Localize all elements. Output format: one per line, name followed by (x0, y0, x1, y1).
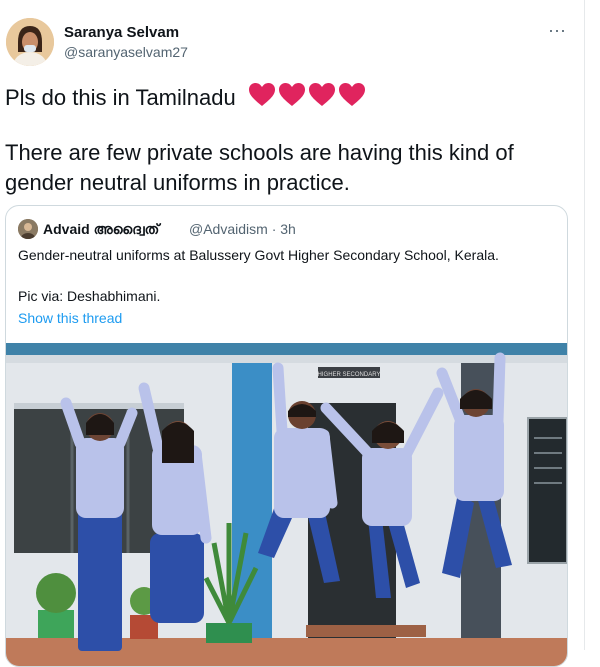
quoted-author-display-name[interactable]: Advaid അദ്വൈത് (43, 221, 159, 238)
quoted-author-handle[interactable]: @Advaidism (189, 221, 268, 237)
tweet-text-first: Pls do this in Tamilnadu (5, 84, 236, 110)
quoted-tweet-text: Gender-neutral uniforms at Balussery Gov… (18, 247, 499, 263)
quoted-tweet-age[interactable]: 3h (280, 221, 296, 237)
timeline-divider (584, 0, 585, 650)
more-options-icon[interactable]: ··· (548, 20, 566, 41)
hearts-emoji-group (248, 82, 368, 116)
heart-icon (248, 83, 275, 106)
quoted-tweet-photo[interactable]: HIGHER SECONDARY (6, 343, 567, 666)
author-display-name[interactable]: Saranya Selvam (64, 24, 179, 41)
photo-sign-text: HIGHER SECONDARY (318, 372, 381, 378)
author-handle[interactable]: @saranyaselvam27 (64, 44, 188, 60)
quoted-tweet-card[interactable]: Advaid അദ്വൈത് @Advaidism · 3h Gender-ne… (5, 205, 568, 667)
quoted-tweet-credit: Pic via: Deshabhimani. (18, 288, 161, 304)
author-avatar[interactable] (6, 18, 54, 66)
quoted-author-meta: @Advaidism · 3h (189, 221, 296, 237)
heart-icon (278, 83, 305, 106)
show-thread-link[interactable]: Show this thread (18, 310, 122, 326)
quoted-author-avatar[interactable] (18, 219, 38, 239)
meta-separator: · (271, 221, 277, 237)
tweet-text-line2: There are few private schools are having… (5, 140, 514, 195)
tweet-text-line1: Pls do this in Tamilnadu (5, 82, 368, 116)
heart-icon (338, 83, 365, 106)
heart-icon (308, 83, 335, 106)
